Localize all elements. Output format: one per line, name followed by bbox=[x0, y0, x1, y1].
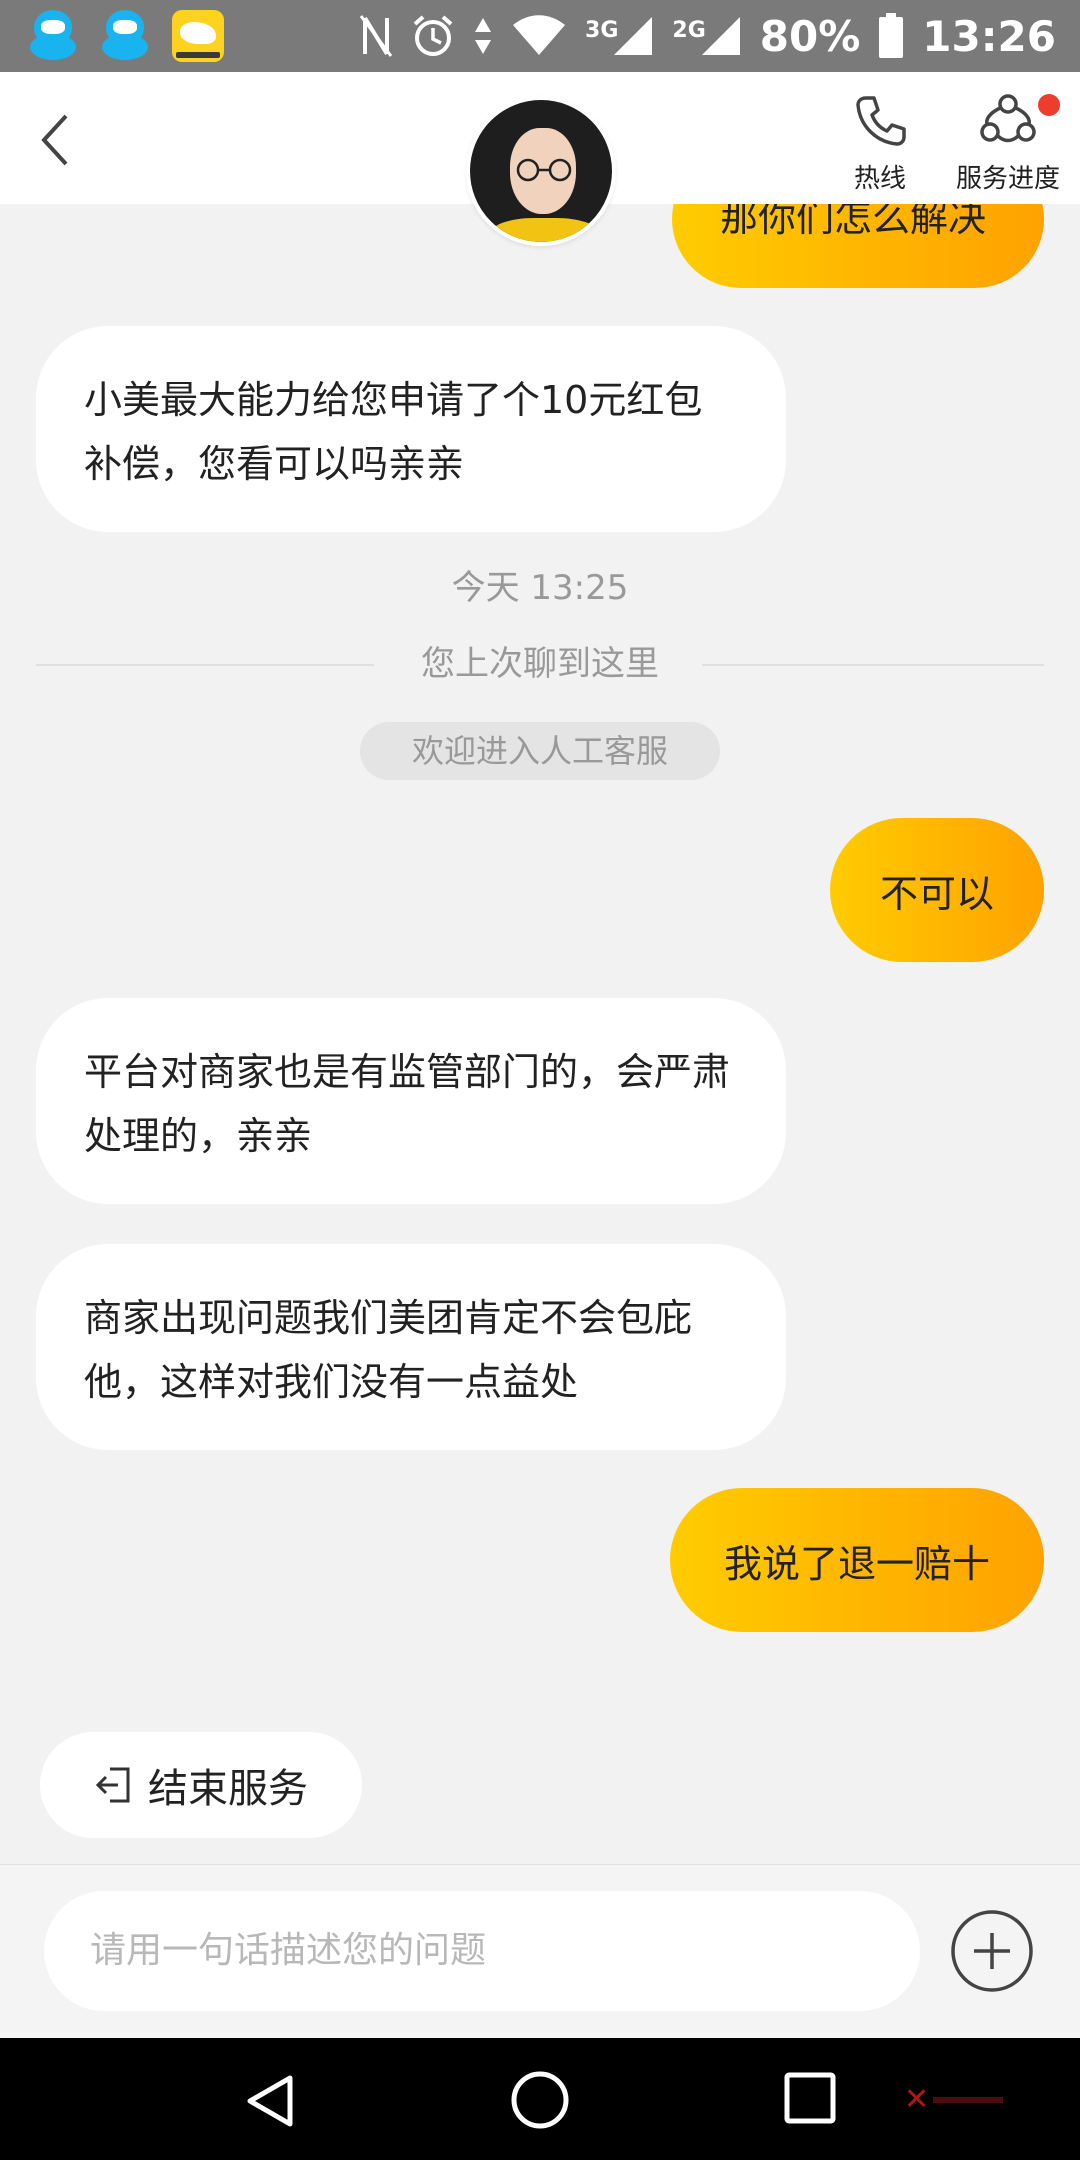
clock: 13:26 bbox=[922, 11, 1056, 61]
avatar-glasses bbox=[516, 158, 572, 182]
network-type-label: 2G bbox=[672, 18, 706, 43]
user-message-bubble: 我说了退一赔十 bbox=[670, 1488, 1044, 1632]
agent-avatar bbox=[466, 96, 616, 246]
meituan-app-icon bbox=[172, 10, 224, 62]
battery-icon bbox=[879, 13, 904, 58]
input-bar: 请用一句话描述您的问题 bbox=[0, 1864, 1080, 2038]
welcome-notice: 欢迎进入人工客服 bbox=[360, 722, 720, 780]
message-text: 平台对商家也是有监管部门的，会严肃处理的，亲亲 bbox=[84, 1050, 731, 1158]
data-arrows-icon bbox=[475, 18, 492, 54]
battery-percentage: 80% bbox=[759, 11, 861, 61]
back-button[interactable] bbox=[36, 110, 86, 170]
message-timestamp: 今天 13:25 bbox=[451, 568, 629, 608]
phone-icon bbox=[856, 96, 906, 146]
signal-icon bbox=[701, 17, 740, 55]
chevron-left-icon bbox=[41, 114, 68, 166]
agent-message-bubble: 小美最大能力给您申请了个10元红包补偿，您看可以吗亲亲 bbox=[36, 326, 786, 532]
nfc-icon bbox=[359, 15, 393, 57]
user-message-bubble: 不可以 bbox=[830, 818, 1044, 962]
service-progress-icon bbox=[980, 94, 1036, 143]
signal-icon bbox=[614, 17, 653, 55]
message-text: 商家出现问题我们美团肯定不会包庇他，这样对我们没有一点益处 bbox=[84, 1296, 693, 1404]
nav-home-icon[interactable] bbox=[510, 2070, 570, 2130]
service-progress-button[interactable]: 服务进度 bbox=[950, 92, 1066, 195]
alarm-icon bbox=[413, 15, 453, 56]
hotline-label: 热线 bbox=[853, 164, 906, 194]
message-text: 我说了退一赔十 bbox=[723, 1541, 990, 1586]
navigation-bar: ✕ bbox=[0, 2038, 1080, 2160]
history-divider: 您上次聊到这里 bbox=[36, 640, 1044, 688]
status-bar: 3G 2G 80% 13:26 bbox=[0, 0, 1080, 72]
qq-icon bbox=[28, 10, 78, 62]
watermark-logo: ✕ bbox=[904, 2082, 1004, 2117]
history-divider-label: 您上次聊到这里 bbox=[421, 644, 659, 684]
nav-recents-icon[interactable] bbox=[784, 2072, 836, 2124]
message-text: 小美最大能力给您申请了个10元红包补偿，您看可以吗亲亲 bbox=[84, 378, 703, 486]
end-service-label: 结束服务 bbox=[148, 1766, 308, 1812]
agent-message-bubble: 商家出现问题我们美团肯定不会包庇他，这样对我们没有一点益处 bbox=[36, 1244, 786, 1450]
wifi-icon bbox=[513, 15, 566, 55]
service-progress-label: 服务进度 bbox=[955, 164, 1060, 194]
message-input[interactable]: 请用一句话描述您的问题 bbox=[44, 1891, 920, 2011]
message-text: 不可以 bbox=[879, 871, 994, 916]
exit-icon bbox=[95, 1767, 130, 1803]
avatar-shirt bbox=[490, 218, 600, 242]
qq-icon bbox=[100, 10, 150, 62]
agent-message-bubble: 平台对商家也是有监管部门的，会严肃处理的，亲亲 bbox=[36, 998, 786, 1204]
plus-icon[interactable] bbox=[950, 1909, 1034, 1993]
hotline-button[interactable]: 热线 bbox=[830, 92, 930, 195]
nav-back-icon[interactable] bbox=[244, 2074, 296, 2128]
notification-badge bbox=[1038, 94, 1060, 116]
end-service-button[interactable]: 结束服务 bbox=[40, 1732, 362, 1838]
network-type-label: 3G bbox=[585, 18, 619, 43]
watermark-x-icon: ✕ bbox=[904, 2082, 930, 2117]
